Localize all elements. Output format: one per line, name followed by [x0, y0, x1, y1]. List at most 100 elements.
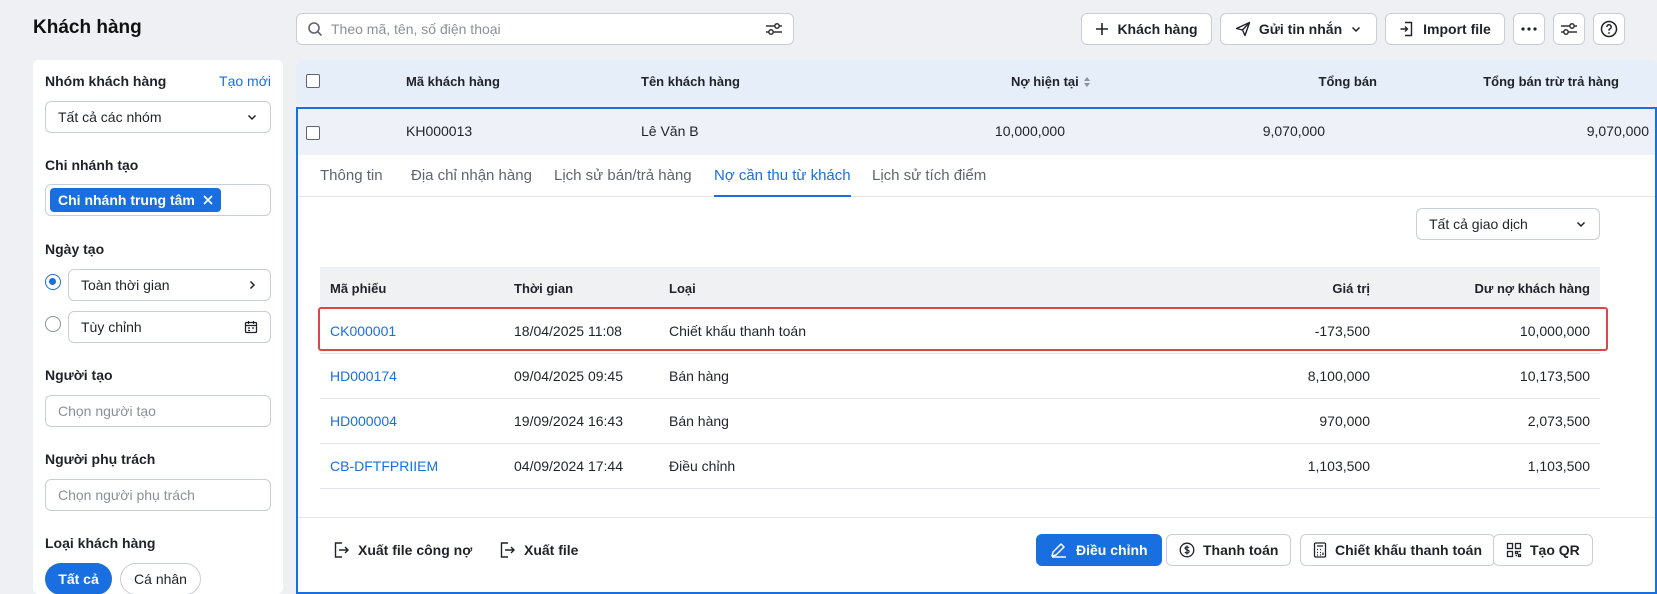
export-debt-label: Xuất file công nợ — [358, 542, 473, 558]
row-checkbox[interactable] — [306, 126, 320, 140]
search-box[interactable] — [296, 13, 794, 45]
export-file-button[interactable]: Xuất file — [498, 534, 578, 566]
col-time: Thời gian — [514, 281, 574, 296]
row-type: Bán hàng — [669, 368, 729, 384]
search-input[interactable] — [331, 21, 765, 37]
import-file-button[interactable]: Import file — [1385, 13, 1505, 45]
voucher-link[interactable]: CB-DFTFPRIIEM — [330, 458, 438, 474]
col-type: Loại — [669, 281, 696, 296]
branch-select[interactable]: Chi nhánh trung tâm — [45, 184, 271, 216]
date-custom-label: Tùy chỉnh — [81, 319, 142, 335]
select-all-checkbox[interactable] — [306, 74, 320, 88]
creator-placeholder: Chọn người tạo — [58, 403, 156, 419]
page-title: Khách hàng — [33, 17, 142, 38]
chevron-down-icon — [1575, 218, 1587, 230]
payment-button[interactable]: Thanh toán — [1166, 534, 1292, 566]
export-icon — [332, 541, 350, 559]
tab-receivables[interactable]: Nợ cần thu từ khách — [714, 167, 851, 197]
footer-divider — [298, 517, 1655, 518]
col-total-sales: Tổng bán — [1318, 74, 1378, 89]
group-select-value: Tất cả các nhóm — [58, 109, 162, 125]
filter-sliders-icon[interactable] — [765, 21, 783, 37]
type-personal-label: Cá nhân — [134, 571, 187, 587]
send-message-button[interactable]: Gửi tin nhắn — [1220, 13, 1377, 45]
more-options-button[interactable] — [1513, 13, 1545, 45]
table-header: Mã khách hàng Tên khách hàng Nợ hiện tại… — [296, 60, 1657, 104]
discount-payment-button[interactable]: Chiết khấu thanh toán — [1300, 534, 1495, 566]
date-custom-select[interactable]: Tùy chỉnh — [68, 311, 271, 343]
tab-address[interactable]: Địa chỉ nhận hàng — [411, 167, 532, 184]
adjust-button[interactable]: Điều chỉnh — [1036, 534, 1162, 566]
row-balance: 1,103,500 — [1527, 458, 1590, 474]
chevron-down-icon — [1350, 23, 1362, 35]
col-balance: Dư nợ khách hàng — [1474, 281, 1590, 296]
create-group-link[interactable]: Tạo mới — [219, 73, 271, 89]
sort-icon — [1083, 76, 1091, 88]
row-time: 18/04/2025 11:08 — [514, 323, 622, 339]
owner-select[interactable]: Chọn người phụ trách — [45, 479, 271, 511]
customer-name: Lê Văn B — [641, 123, 699, 139]
row-time: 19/09/2024 16:43 — [514, 413, 623, 429]
table-row[interactable]: HD000004 19/09/2024 16:43 Bán hàng 970,0… — [320, 399, 1600, 444]
qr-code-icon — [1506, 542, 1522, 558]
import-icon — [1399, 21, 1415, 37]
tab-sales-history[interactable]: Lịch sử bán/trả hàng — [554, 167, 692, 184]
help-icon — [1600, 20, 1618, 38]
date-range-select[interactable]: Toàn thời gian — [68, 269, 271, 301]
import-file-label: Import file — [1423, 21, 1491, 37]
creator-select[interactable]: Chọn người tạo — [45, 395, 271, 427]
export-file-label: Xuất file — [524, 542, 579, 558]
add-customer-button[interactable]: Khách hàng — [1081, 13, 1212, 45]
help-button[interactable] — [1593, 13, 1625, 45]
col-current-debt-label: Nợ hiện tại — [1011, 74, 1079, 89]
tab-points-history[interactable]: Lịch sử tích điểm — [872, 167, 986, 184]
table-row[interactable]: HD000174 09/04/2025 09:45 Bán hàng 8,100… — [320, 354, 1600, 399]
export-debt-button[interactable]: Xuất file công nợ — [332, 534, 472, 566]
transaction-filter-select[interactable]: Tất cả giao dịch — [1416, 208, 1600, 240]
date-all-radio[interactable] — [45, 274, 61, 290]
col-customer-code: Mã khách hàng — [406, 74, 500, 89]
close-icon[interactable] — [203, 195, 213, 205]
date-custom-radio[interactable] — [45, 316, 61, 332]
group-select[interactable]: Tất cả các nhóm — [45, 101, 271, 133]
row-time: 04/09/2024 17:44 — [514, 458, 623, 474]
col-current-debt[interactable]: Nợ hiện tại — [1011, 74, 1091, 89]
col-value: Giá trị — [1332, 281, 1370, 296]
row-balance: 10,000,000 — [1519, 323, 1590, 339]
customer-code: KH000013 — [406, 123, 473, 139]
detail-tabs: Thông tin Địa chỉ nhận hàng Lịch sử bán/… — [298, 155, 1655, 197]
edit-icon — [1050, 542, 1068, 558]
table-row[interactable]: CB-DFTFPRIIEM 04/09/2024 17:44 Điều chỉn… — [320, 444, 1600, 489]
table-row[interactable]: KH000013 Lê Văn B 10,000,000 9,070,000 9… — [298, 109, 1655, 155]
type-all-pill[interactable]: Tất cả — [45, 563, 112, 594]
row-balance: 10,173,500 — [1519, 368, 1590, 384]
customer-type-label: Loại khách hàng — [45, 535, 156, 551]
row-balance: 2,073,500 — [1527, 413, 1590, 429]
type-personal-pill[interactable]: Cá nhân — [120, 563, 201, 594]
add-customer-label: Khách hàng — [1117, 21, 1198, 37]
voucher-link[interactable]: CK000001 — [330, 323, 396, 339]
row-time: 09/04/2025 09:45 — [514, 368, 623, 384]
table-row[interactable]: CK000001 18/04/2025 11:08 Chiết khấu tha… — [320, 309, 1600, 354]
date-all-label: Toàn thời gian — [81, 277, 170, 293]
date-label: Ngày tạo — [45, 241, 105, 257]
create-qr-label: Tạo QR — [1530, 542, 1580, 558]
search-icon — [307, 21, 323, 37]
send-message-label: Gửi tin nhắn — [1258, 21, 1343, 37]
chevron-down-icon — [246, 111, 258, 123]
adjust-label: Điều chỉnh — [1076, 542, 1148, 558]
voucher-link[interactable]: HD000174 — [330, 368, 397, 384]
row-type: Bán hàng — [669, 413, 729, 429]
discount-payment-label: Chiết khấu thanh toán — [1335, 542, 1482, 558]
tab-info[interactable]: Thông tin — [320, 167, 383, 184]
column-settings-button[interactable] — [1553, 13, 1585, 45]
voucher-link[interactable]: HD000004 — [330, 413, 397, 429]
calendar-icon — [244, 320, 258, 334]
expanded-customer-row: KH000013 Lê Văn B 10,000,000 9,070,000 9… — [296, 107, 1657, 594]
create-qr-button[interactable]: Tạo QR — [1493, 534, 1593, 566]
customer-debt: 10,000,000 — [994, 123, 1065, 139]
sliders-icon — [1560, 21, 1578, 37]
filter-sidebar: Nhóm khách hàng Tạo mới Tất cả các nhóm … — [33, 60, 283, 594]
row-value: 970,000 — [1319, 413, 1370, 429]
dollar-circle-icon — [1179, 542, 1195, 558]
